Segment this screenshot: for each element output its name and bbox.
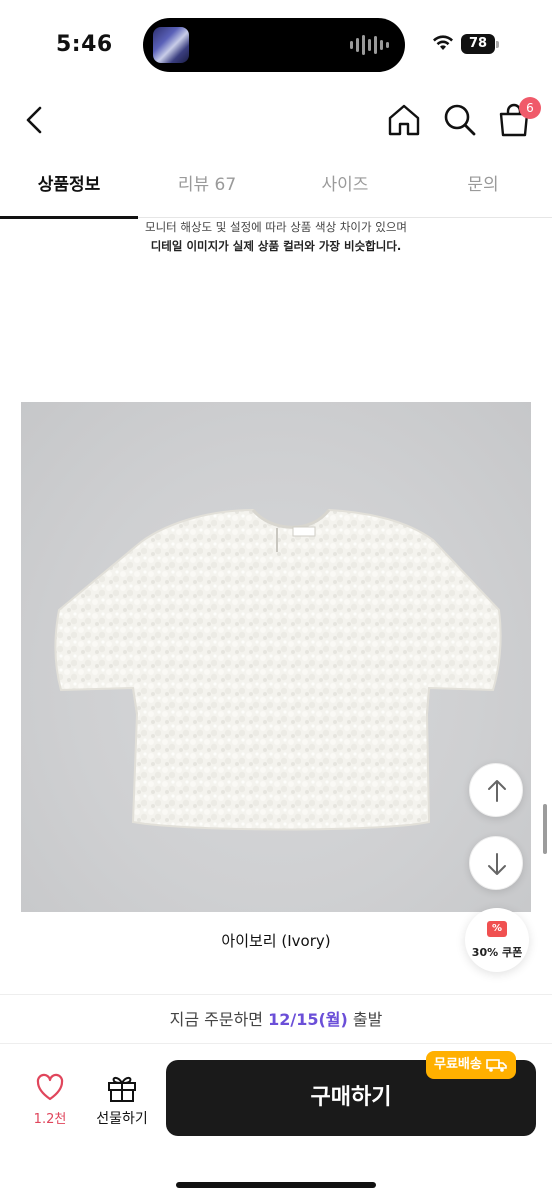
like-count: 1.2천 <box>33 1112 67 1127</box>
back-chevron-icon[interactable] <box>18 100 54 140</box>
dynamic-island[interactable] <box>143 18 405 72</box>
top-nav-bar <box>0 90 552 150</box>
gift-icon <box>108 1076 136 1102</box>
tab-product-info[interactable]: 상품정보 <box>0 162 138 219</box>
search-icon[interactable] <box>440 100 480 140</box>
scroll-up-button[interactable] <box>469 763 523 817</box>
product-detail-image <box>21 402 531 912</box>
gift-button[interactable]: 선물하기 <box>90 1072 154 1132</box>
status-bar: 5:46 78 <box>0 0 552 90</box>
battery-icon: 78 <box>461 34 495 54</box>
color-notice: 모니터 해상도 및 설정에 따라 상품 색상 차이가 있으며 디테일 이미지가 … <box>0 218 552 256</box>
home-indicator[interactable] <box>176 1182 376 1188</box>
scrollbar-thumb[interactable] <box>543 804 547 854</box>
coupon-label: 30% 쿠폰 <box>471 946 523 959</box>
cart-count-badge: 6 <box>519 97 541 119</box>
like-button[interactable]: 1.2천 <box>22 1072 78 1132</box>
free-shipping-badge: 무료배송 <box>426 1051 516 1079</box>
scroll-down-button[interactable] <box>469 836 523 890</box>
color-notice-line1: 모니터 해상도 및 설정에 따라 상품 색상 차이가 있으며 <box>144 220 407 234</box>
product-tabs: 상품정보 리뷰 67 사이즈 문의 <box>0 162 552 219</box>
heart-icon <box>36 1073 64 1101</box>
gift-label: 선물하기 <box>96 1111 148 1127</box>
truck-icon <box>486 1059 507 1072</box>
free-shipping-label: 무료배송 <box>434 1057 482 1072</box>
wifi-icon <box>433 35 453 50</box>
tab-inquiry[interactable]: 문의 <box>414 162 552 218</box>
shipping-date: 12/15(월) <box>268 1010 348 1029</box>
color-notice-line2: 디테일 이미지가 실제 상품 컬러와 가장 비슷합니다. <box>150 239 402 253</box>
ivory-top-illustration <box>54 508 502 831</box>
shipping-suffix: 출발 <box>347 1010 383 1029</box>
now-playing-waveform-icon <box>350 34 389 56</box>
battery-cap <box>496 41 499 48</box>
tab-size[interactable]: 사이즈 <box>276 162 414 218</box>
status-time: 5:46 <box>56 32 113 57</box>
arrow-up-icon <box>488 780 506 802</box>
coupon-button[interactable]: % 30% 쿠폰 <box>465 908 529 972</box>
home-icon[interactable] <box>384 100 424 140</box>
shipping-prefix: 지금 주문하면 <box>169 1010 269 1029</box>
shipping-notice: 지금 주문하면 12/15(월) 출발 <box>0 994 552 1044</box>
arrow-down-icon <box>488 853 506 875</box>
album-art-thumbnail <box>153 27 189 63</box>
tab-reviews[interactable]: 리뷰 67 <box>138 162 276 218</box>
coupon-ticket-icon: % <box>487 921 507 937</box>
